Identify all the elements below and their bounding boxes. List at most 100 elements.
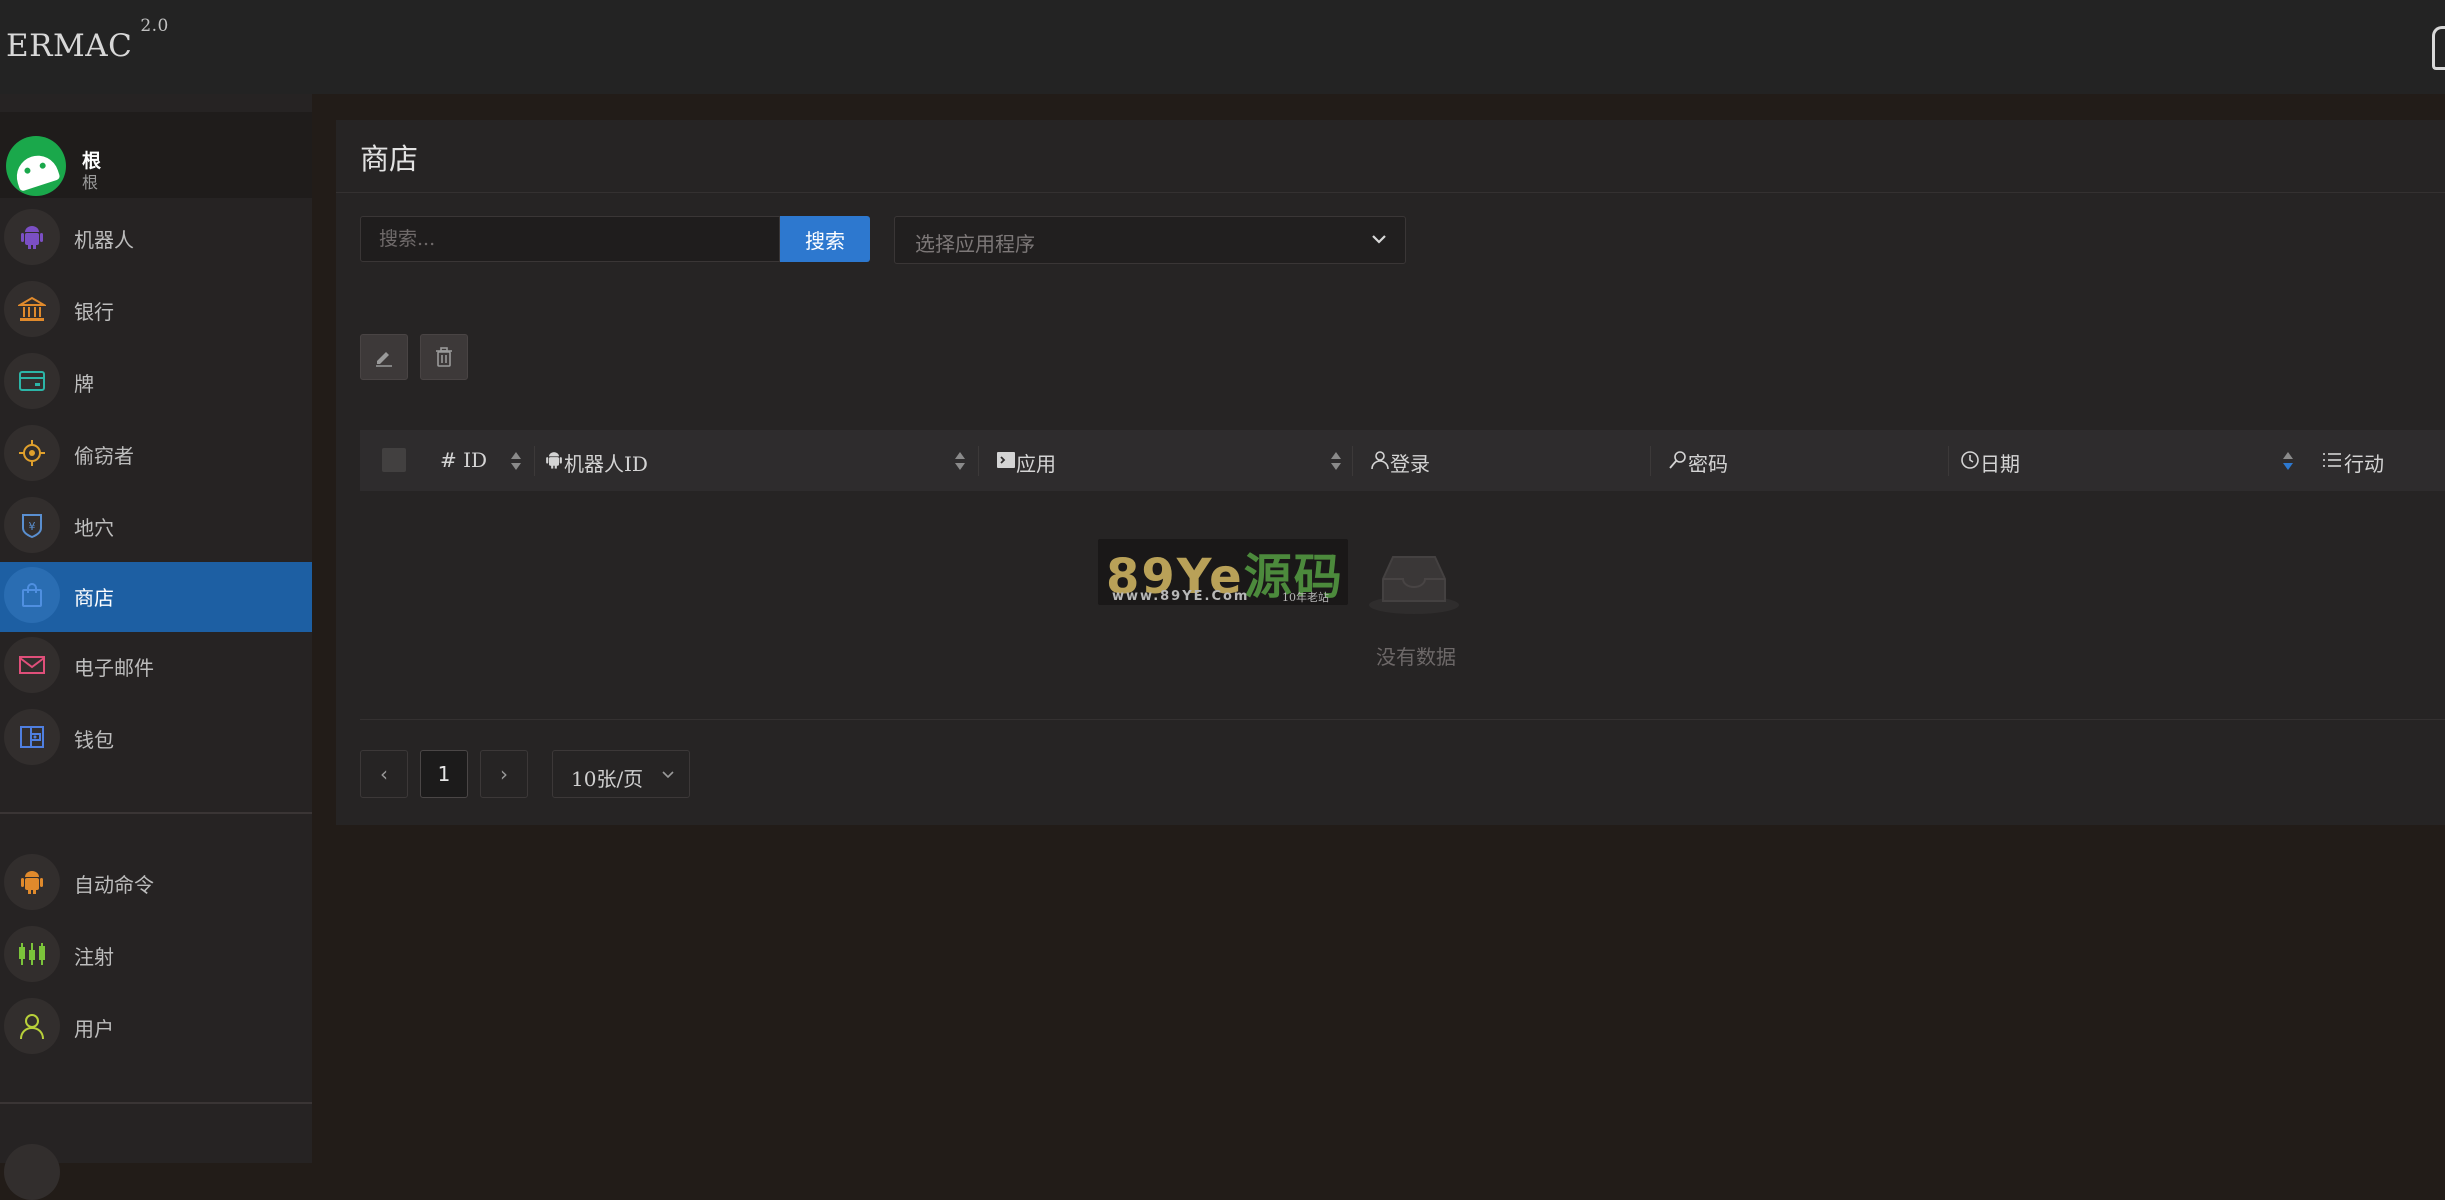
column-separator — [1352, 446, 1353, 476]
page-size-value: 10张/页 — [571, 767, 644, 791]
column-separator — [978, 446, 979, 476]
column-id-label: # ID — [440, 448, 487, 472]
sidebar-item-label: 用户 — [74, 1017, 114, 1041]
hash-icon: # — [440, 448, 464, 472]
page-title: 商店 — [360, 142, 419, 176]
app-select-placeholder: 选择应用程序 — [915, 232, 1035, 256]
watermark: 89Ye源码 www.89YE.Com 10年老站 — [1098, 539, 1348, 605]
sort-icon[interactable] — [510, 450, 522, 472]
column-password: 密码 — [1668, 430, 1948, 491]
column-id[interactable]: # ID — [440, 430, 540, 491]
sidebar-item-label: 银行 — [74, 300, 114, 324]
sidebar-item-label: 自动命令 — [74, 873, 154, 897]
sidebar-item-bots[interactable]: 机器人 — [0, 204, 312, 274]
column-app-label: 应用 — [1016, 452, 1056, 476]
column-separator — [1650, 446, 1651, 476]
pencil-icon — [376, 352, 392, 367]
top-bar: ERMAC 2.0 — [0, 0, 2445, 94]
sidebar-item-banks[interactable]: 银行 — [0, 276, 312, 346]
select-all-checkbox[interactable] — [382, 448, 406, 472]
column-password-label: 密码 — [1688, 452, 1728, 476]
table-empty-state: 89Ye源码 www.89YE.Com 10年老站 没有数据 — [336, 491, 2445, 723]
chevron-left-icon: ‹ — [380, 762, 388, 786]
sidebar-item-label: 商店 — [74, 586, 114, 610]
android-icon — [546, 452, 562, 469]
sidebar-item-shop[interactable]: 商店 — [0, 562, 312, 632]
sidebar-item-users[interactable]: 用户 — [0, 993, 312, 1063]
column-login: 登录 — [1370, 430, 1650, 491]
sidebar-item-label: 偷窃者 — [74, 444, 134, 468]
wallet-icon — [20, 726, 44, 748]
column-id-text: ID — [463, 448, 488, 472]
column-bot-id[interactable]: 机器人ID — [544, 430, 984, 491]
app-select[interactable]: 选择应用程序 — [894, 216, 1406, 264]
profile-role: 根 — [82, 173, 99, 192]
column-date-label: 日期 — [1980, 452, 2020, 476]
page-number[interactable]: 1 — [420, 750, 468, 798]
sidebar-item-more[interactable] — [4, 1144, 60, 1200]
mail-icon — [19, 656, 45, 674]
sidebar-item-label: 钱包 — [74, 728, 114, 752]
user-icon — [20, 1014, 44, 1040]
user-profile[interactable]: 根 根 — [0, 112, 312, 198]
search-button[interactable]: 搜索 — [780, 216, 870, 262]
android-icon — [21, 871, 43, 894]
edit-button[interactable] — [360, 334, 408, 380]
sidebar-item-wallet[interactable]: 钱包 — [0, 704, 312, 774]
sidebar-item-crypt[interactable]: ¥ 地穴 — [0, 492, 312, 562]
column-app[interactable]: 应用 — [996, 430, 1366, 491]
search-input[interactable] — [360, 216, 780, 262]
table-bottom-border — [360, 719, 2445, 720]
column-separator — [534, 446, 535, 476]
target-icon — [19, 440, 45, 466]
column-actions: 行动 — [2322, 430, 2442, 491]
android-icon — [21, 226, 43, 249]
sidebar-item-injections[interactable]: 注射 — [0, 921, 312, 991]
empty-inbox-icon — [1369, 556, 1459, 614]
chevron-right-icon: › — [500, 762, 508, 786]
sidebar-item-label: 机器人 — [74, 228, 134, 252]
sidebar-item-label: 注射 — [74, 945, 114, 969]
sort-icon[interactable] — [1330, 450, 1342, 472]
watermark-url: www.89YE.Com — [1112, 589, 1250, 604]
column-bot-id-label: 机器人ID — [564, 452, 648, 476]
clock-icon — [1961, 451, 1979, 469]
chevron-down-icon — [1372, 235, 1386, 244]
delete-button[interactable] — [420, 334, 468, 380]
sidebar-item-auto-commands[interactable]: 自动命令 — [0, 849, 312, 919]
app-logo[interactable]: ERMAC 2.0 — [6, 16, 168, 64]
card-icon — [19, 371, 45, 391]
column-actions-label: 行动 — [2344, 452, 2384, 476]
table-header: # ID 机器人ID 应用 登录 密码 日期 行动 — [360, 430, 2445, 491]
shop-panel: 商店 搜索 选择应用程序 # ID 机器人ID 应用 — [336, 120, 2445, 825]
svg-text:¥: ¥ — [29, 520, 36, 533]
prev-page-button[interactable]: ‹ — [360, 750, 408, 798]
sidebar-divider — [0, 1102, 312, 1104]
column-separator — [1948, 446, 1949, 476]
page-size-select[interactable]: 10张/页 — [552, 750, 690, 798]
sidebar-item-email[interactable]: 电子邮件 — [0, 632, 312, 702]
sidebar-item-stealers[interactable]: 偷窃者 — [0, 420, 312, 490]
trash-icon — [436, 347, 452, 367]
list-icon — [2323, 453, 2341, 467]
app-version: 2.0 — [140, 15, 169, 36]
notification-icon[interactable] — [2432, 26, 2445, 70]
sidebar-item-label: 地穴 — [74, 516, 114, 540]
next-page-button[interactable]: › — [480, 750, 528, 798]
sidebar-divider — [0, 812, 312, 814]
avatar — [6, 136, 66, 196]
column-date[interactable]: 日期 — [1960, 430, 2300, 491]
terminal-icon — [997, 452, 1015, 468]
sidebar-item-label: 电子邮件 — [74, 656, 154, 680]
sidebar-item-label: 牌 — [74, 372, 94, 396]
sort-icon[interactable] — [954, 450, 966, 472]
chevron-down-icon — [662, 771, 674, 779]
sort-icon[interactable] — [2282, 450, 2294, 472]
watermark-tag: 10年老站 — [1282, 591, 1329, 604]
shopping-bag-icon — [22, 583, 42, 607]
column-login-label: 登录 — [1390, 452, 1430, 476]
bank-icon — [18, 296, 46, 321]
key-icon — [1669, 451, 1686, 469]
injection-icon — [19, 943, 45, 965]
sidebar-item-cards[interactable]: 牌 — [0, 348, 312, 418]
